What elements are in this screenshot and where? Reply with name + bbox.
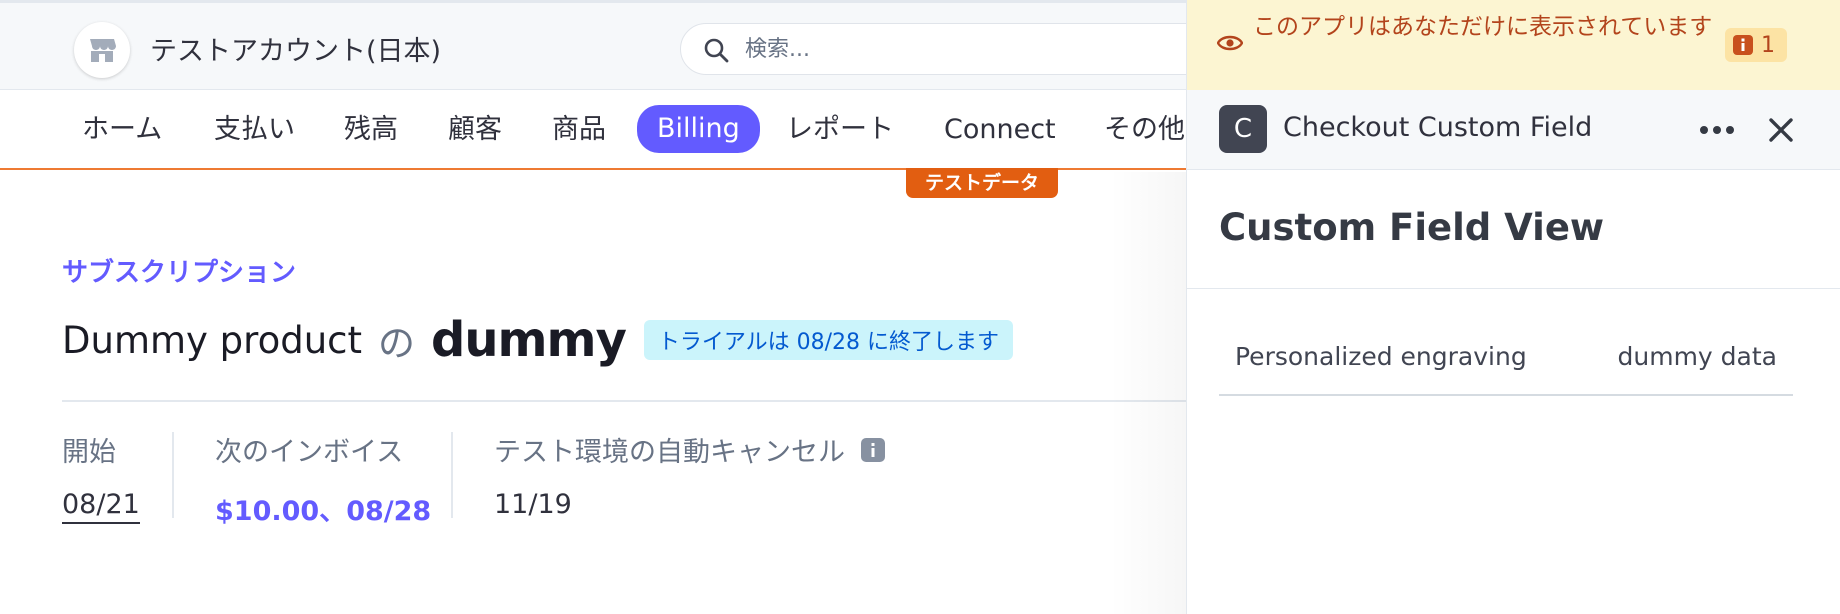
app-drawer: このアプリはあなただけに表示されています 1 C Checkout Custom… [1186,0,1840,614]
storefront-icon [90,39,116,62]
nav-item-reports[interactable]: レポート [786,110,894,150]
app-icon: C [1219,105,1267,153]
app-name: Checkout Custom Field [1283,112,1593,143]
stat-auto-cancel-label: テスト環境の自動キャンセル [494,430,885,469]
stat-start-value[interactable]: 08/21 [62,489,140,524]
private-app-notice: このアプリはあなただけに表示されています 1 [1187,0,1840,90]
more-horizontal-icon [1700,126,1734,134]
custom-field-key: Personalized engraving [1235,342,1527,371]
nav-item-products[interactable]: 商品 [552,110,606,150]
account-switcher[interactable] [74,22,130,78]
drawer-shadow [1110,172,1186,614]
stat-divider [172,432,174,518]
page-title: Dummy product の dummy トライアルは 08/28 に終了しま… [62,312,1014,368]
title-product: Dummy product [62,318,362,362]
stat-next-invoice-link[interactable]: $10.00、08/28 [215,489,431,528]
search-bar[interactable] [680,23,1240,75]
subscription-detail: サブスクリプション Dummy product の dummy トライアルは 0… [0,172,1190,614]
search-input[interactable] [745,34,1145,64]
eye-icon [1217,35,1243,51]
search-icon [704,38,729,63]
close-drawer-button[interactable] [1761,110,1801,150]
close-icon [1769,118,1793,142]
stat-auto-cancel: テスト環境の自動キャンセル 11/19 [494,430,885,520]
stat-auto-cancel-label-text: テスト環境の自動キャンセル [494,437,845,468]
nav-item-billing[interactable]: Billing [637,105,760,153]
title-divider [62,400,1190,402]
stat-divider [451,432,453,518]
app-header: C Checkout Custom Field [1187,90,1840,170]
title-connector: の [378,322,415,365]
private-app-notice-text: このアプリはあなただけに表示されています [1253,14,1713,40]
stat-start-label: 開始 [62,437,116,468]
nav-item-payments[interactable]: 支払い [214,110,295,150]
stat-next-invoice-label: 次のインボイス [215,437,404,468]
nav-item-connect[interactable]: Connect [944,110,1056,150]
nav-item-balances[interactable]: 残高 [344,110,398,150]
breadcrumb-subscriptions[interactable]: サブスクリプション [62,252,296,289]
stat-auto-cancel-value: 11/19 [494,489,572,520]
custom-field-value: dummy data [1617,342,1777,371]
view-title: Custom Field View [1219,206,1605,249]
notice-badge[interactable]: 1 [1725,28,1787,62]
info-icon[interactable] [861,437,885,462]
title-customer[interactable]: dummy [431,312,627,368]
notice-badge-count: 1 [1761,32,1775,58]
nav-item-more[interactable]: その他 [1104,110,1185,150]
view-divider [1187,288,1840,289]
info-icon [1733,35,1753,55]
trial-status-badge: トライアルは 08/28 に終了します [643,320,1014,360]
stat-next-invoice: 次のインボイス $10.00、08/28 [215,430,431,528]
more-options-button[interactable] [1695,110,1739,150]
custom-field-row: Personalized engraving dummy data [1219,320,1793,396]
nav-item-customers[interactable]: 顧客 [448,110,502,150]
account-name[interactable]: テストアカウント(日本) [150,29,441,68]
stat-start: 開始 08/21 [62,430,140,524]
nav-item-home[interactable]: ホーム [82,110,162,150]
